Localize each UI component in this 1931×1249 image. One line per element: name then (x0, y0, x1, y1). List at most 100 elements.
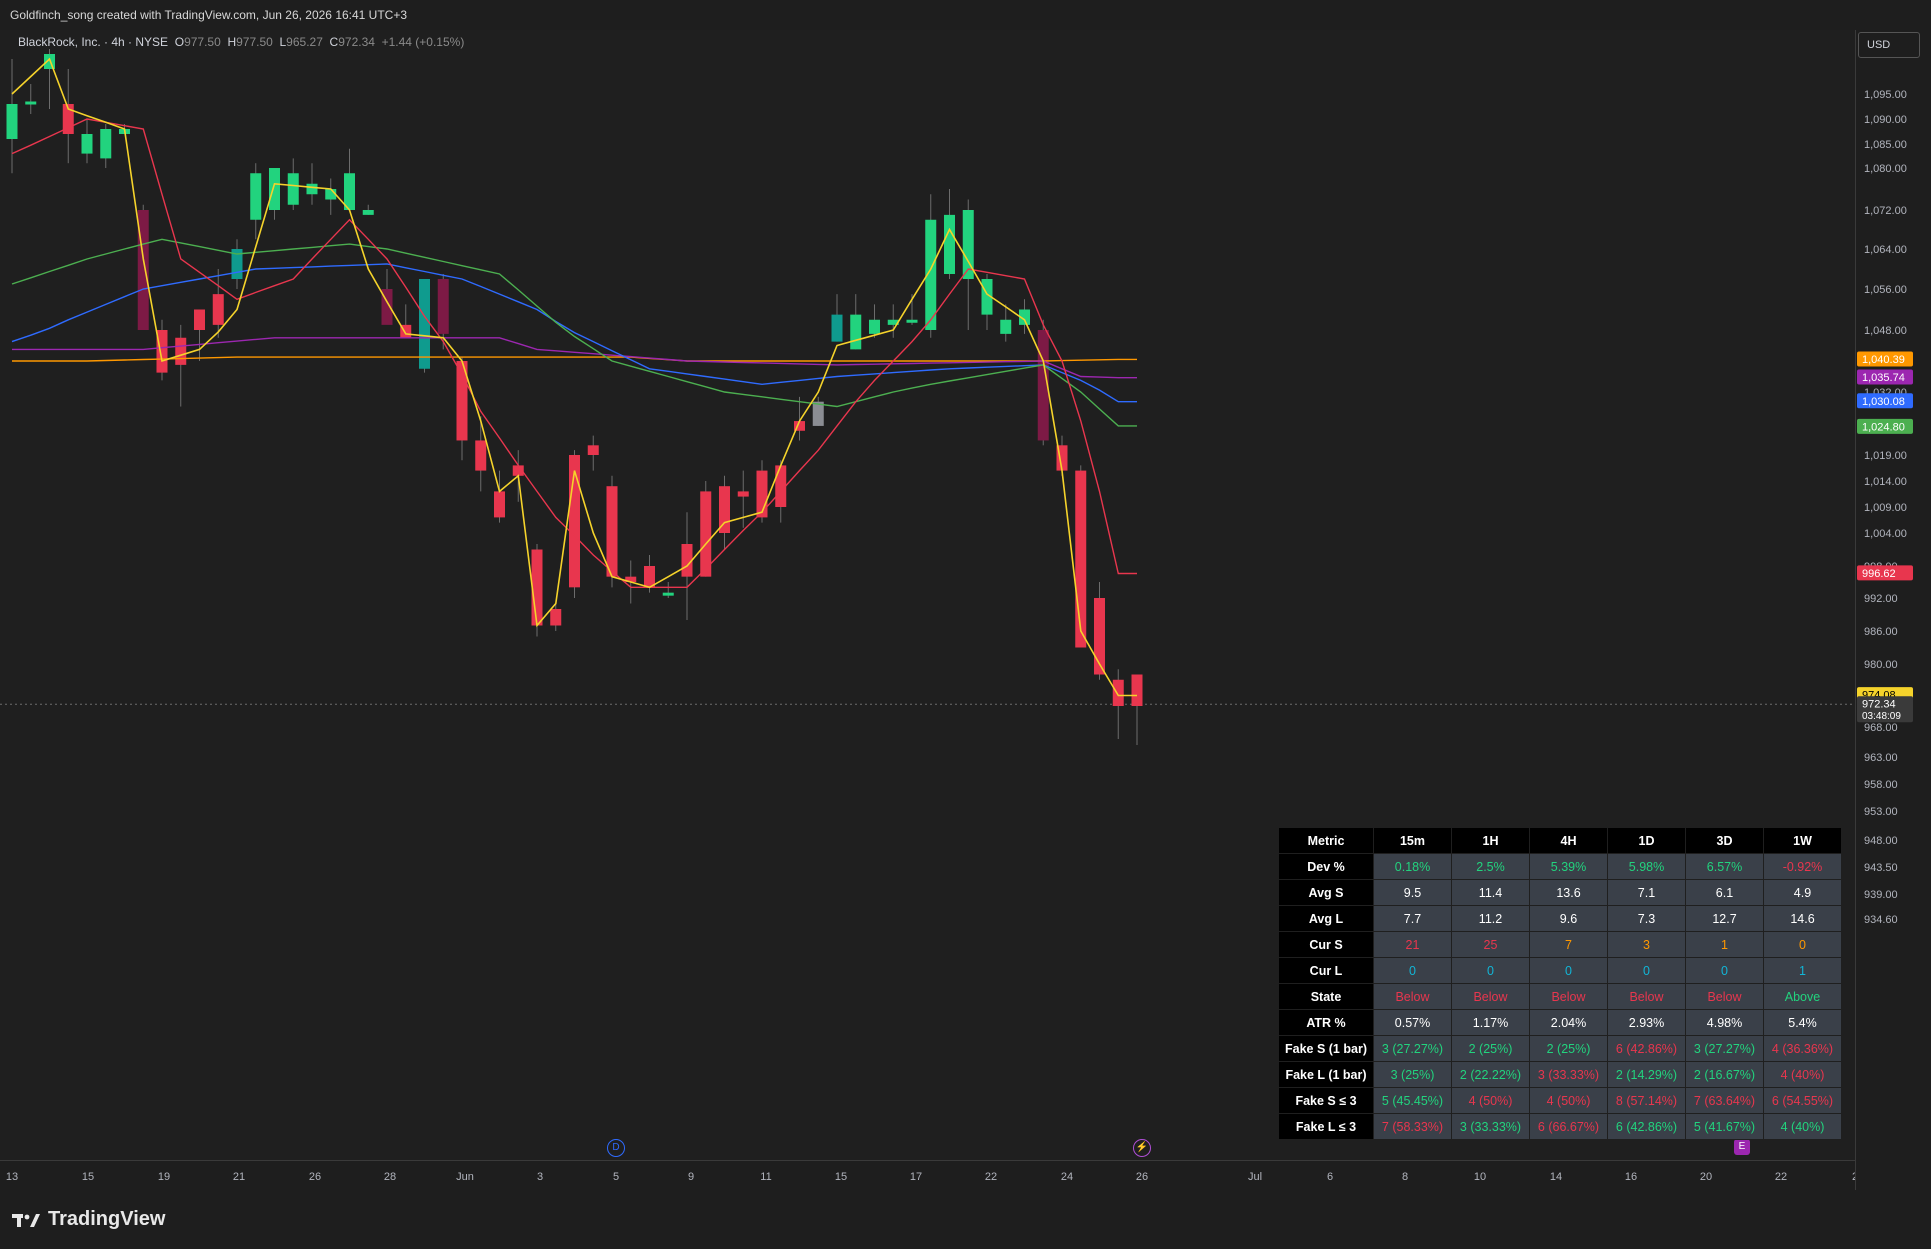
candle[interactable] (25, 84, 37, 114)
candle[interactable] (175, 324, 187, 407)
stats-row: Fake S ≤ 35 (45.45%) 4 (50%) 4 (50%) 8 (57.… (1278, 1087, 1842, 1114)
price-tick-label: 1,019.00 (1864, 450, 1907, 462)
price-label-text: 1,035.74 (1862, 372, 1905, 384)
open-label: O (174, 35, 185, 49)
price-tick-label: 939.00 (1864, 889, 1898, 901)
chart-caption-bar: Goldfinch_song created with TradingView.… (0, 0, 1931, 30)
candle[interactable] (81, 119, 93, 164)
stats-value-cell: 4 (50%) (1451, 1087, 1530, 1114)
price-tick-label: 963.00 (1864, 752, 1898, 764)
time-tick-label: 9 (688, 1171, 694, 1183)
candle[interactable] (1131, 674, 1143, 746)
candle-body (1000, 319, 1012, 334)
stats-value-cell: 0 (1529, 957, 1608, 984)
candle[interactable] (981, 274, 993, 330)
price-tick-label: 968.00 (1864, 722, 1898, 734)
earnings-marker-label: E (1738, 1141, 1746, 1152)
candle[interactable] (231, 239, 243, 289)
stats-header-row: Metric 15m 1H 4H 1D 3D 1W (1278, 827, 1842, 854)
stats-row: Fake L (1 bar) 3 (25%) 2 (22.22%) 3 (33.33%… (1278, 1061, 1842, 1088)
tradingview-logo[interactable]: TradingView (12, 1208, 165, 1231)
candle[interactable] (325, 178, 337, 215)
time-tick-label: 8 (1402, 1171, 1408, 1183)
stats-value-cell: 5.4% (1763, 1009, 1842, 1036)
price-label-badge: 1,030.08 (1857, 393, 1913, 409)
stats-header-cell: 1H (1451, 827, 1530, 854)
candle[interactable] (719, 475, 730, 550)
stats-value-cell: 4 (50%) (1529, 1087, 1608, 1114)
stats-row: State Below Below Below Below Below Above (1278, 983, 1842, 1010)
candle[interactable] (269, 168, 280, 220)
candle-body (306, 183, 318, 195)
candle[interactable] (831, 294, 843, 342)
time-axis[interactable]: 13 15 19 21 26 28 Jun 3 5 9 11 15 17 22 24 26 Jul 6 8 10 14 1… (0, 1160, 1858, 1191)
candle[interactable] (662, 582, 674, 598)
stats-value-cell: 3 (33.33%) (1451, 1113, 1530, 1140)
candle[interactable] (794, 396, 805, 441)
candle[interactable] (700, 481, 712, 577)
stats-value-cell: 9.5 (1373, 879, 1452, 906)
symbol-name[interactable]: BlackRock, Inc. · 4h · NYSE (18, 35, 168, 49)
candle[interactable] (344, 148, 355, 210)
candle[interactable] (812, 396, 824, 426)
candle-body (550, 609, 562, 626)
chart-caption: Goldfinch_song created with TradingView.… (10, 8, 408, 22)
price-tick-label: 948.00 (1864, 835, 1898, 847)
candle[interactable] (250, 163, 262, 240)
candle[interactable] (137, 204, 149, 330)
candle[interactable] (362, 204, 374, 215)
currency-button[interactable]: USD (1858, 32, 1920, 58)
candle[interactable] (1075, 465, 1087, 648)
candle[interactable] (381, 269, 393, 325)
stats-value-cell: 2 (25%) (1451, 1035, 1530, 1062)
stats-header-cell: 1W (1763, 827, 1842, 854)
stats-value-cell: 5 (41.67%) (1685, 1113, 1764, 1140)
candle[interactable] (1112, 669, 1124, 739)
stats-header-cell: 15m (1373, 827, 1452, 854)
candle-body (6, 104, 18, 139)
candle-body (1075, 470, 1087, 648)
change-value: +1.44 (+0.15%) (381, 35, 465, 49)
stats-value-cell: 5.98% (1607, 853, 1686, 880)
stats-metric-label: ATR % (1278, 1009, 1374, 1036)
candle[interactable] (587, 435, 599, 471)
stats-value-cell: 1 (1685, 931, 1764, 958)
stats-value-cell: 6 (54.55%) (1763, 1087, 1842, 1114)
candle-body (737, 491, 749, 497)
stats-value-cell: Above (1763, 983, 1842, 1010)
candle[interactable] (287, 158, 299, 210)
candle[interactable] (869, 304, 880, 338)
dividend-marker-icon[interactable]: D (607, 1139, 625, 1157)
price-label-text: 1,024.80 (1862, 421, 1905, 433)
candle[interactable] (962, 199, 974, 331)
candle[interactable] (156, 319, 168, 381)
stats-metric-label: Dev % (1278, 853, 1374, 880)
brand-name: TradingView (48, 1208, 166, 1230)
stats-row: Cur L000001 (1278, 957, 1842, 984)
stats-value-cell: 11.4 (1451, 879, 1530, 906)
stats-header-cell: Metric (1278, 827, 1374, 854)
candle[interactable] (419, 279, 430, 373)
lightning-event-icon[interactable]: ⚡ (1133, 1139, 1151, 1157)
stats-value-cell: 7.3 (1607, 905, 1686, 932)
candle-body (362, 210, 374, 215)
candle[interactable] (100, 124, 112, 168)
candle[interactable] (194, 309, 205, 362)
price-axis[interactable]: 1,095.00 1,090.00 1,085.00 1,080.00 1,072.00… (1855, 30, 1931, 1190)
candle[interactable] (925, 194, 937, 338)
stats-value-cell: 6 (42.86%) (1607, 1035, 1686, 1062)
candle-body (419, 279, 430, 369)
candle[interactable] (306, 163, 318, 205)
candle[interactable] (887, 304, 899, 338)
stats-value-cell: 0 (1373, 957, 1452, 984)
candle[interactable] (6, 59, 18, 174)
price-tick-label: 992.00 (1864, 593, 1898, 605)
price-label-text: 1,030.08 (1862, 396, 1905, 408)
earnings-marker-icon[interactable]: E (1734, 1139, 1750, 1155)
stats-value-cell: 4 (40%) (1763, 1113, 1842, 1140)
candle[interactable] (62, 69, 74, 164)
candle[interactable] (944, 189, 955, 279)
time-tick-label: 28 (384, 1171, 396, 1183)
open-value: 977.50 (184, 35, 221, 49)
candle[interactable] (475, 416, 487, 492)
